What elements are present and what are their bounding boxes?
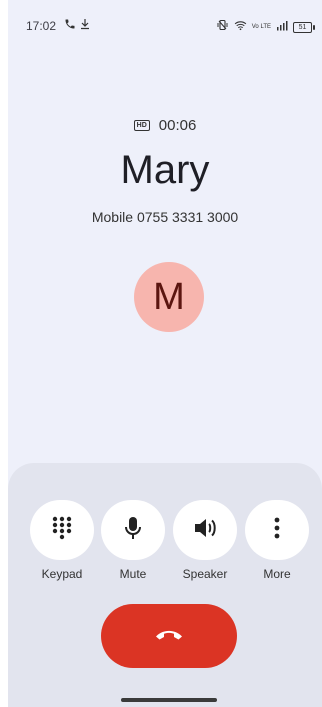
battery-icon: 51 xyxy=(293,21,315,33)
call-controls: Keypad Mute Speaker More xyxy=(8,500,322,581)
avatar-letter: M xyxy=(153,275,185,318)
speaker-circle[interactable] xyxy=(173,500,237,560)
speaker-label: Speaker xyxy=(182,567,228,581)
volte-icon: Vo LTE xyxy=(251,24,271,30)
dialpad-icon xyxy=(51,515,73,546)
call-timer-row: HD 00:06 xyxy=(8,117,322,134)
microphone-icon xyxy=(124,516,142,545)
more-vert-icon xyxy=(274,517,280,544)
vibrate-icon xyxy=(216,18,229,36)
mute-label: Mute xyxy=(119,567,147,581)
more-circle[interactable] xyxy=(245,500,309,560)
call-screen: 17:02 Vo LTE 51 HD 00:06 Mary Mobile 075… xyxy=(8,0,322,707)
mute-circle[interactable] xyxy=(101,500,165,560)
hang-up-icon xyxy=(155,627,183,646)
avatar: M xyxy=(134,262,204,332)
keypad-button[interactable]: Keypad xyxy=(29,500,95,581)
hd-badge: HD xyxy=(133,120,150,131)
status-bar: 17:02 Vo LTE 51 xyxy=(8,0,322,40)
keypad-circle[interactable] xyxy=(30,500,94,560)
more-label: More xyxy=(263,567,291,581)
speaker-icon xyxy=(193,517,217,544)
speaker-button[interactable]: Speaker xyxy=(172,500,238,581)
end-call-button[interactable] xyxy=(101,604,237,668)
keypad-label: Keypad xyxy=(41,567,83,581)
signal-icon xyxy=(276,18,288,36)
mute-button[interactable]: Mute xyxy=(100,500,166,581)
caller-name: Mary xyxy=(120,148,210,192)
download-icon xyxy=(80,17,90,35)
more-button[interactable]: More xyxy=(244,500,310,581)
call-timer: 00:06 xyxy=(158,117,197,134)
home-indicator[interactable] xyxy=(121,698,217,702)
phone-call-icon xyxy=(64,17,76,35)
caller-number: Mobile 0755 3331 3000 xyxy=(91,209,239,225)
status-time: 17:02 xyxy=(26,19,57,33)
wifi-icon xyxy=(234,18,247,36)
